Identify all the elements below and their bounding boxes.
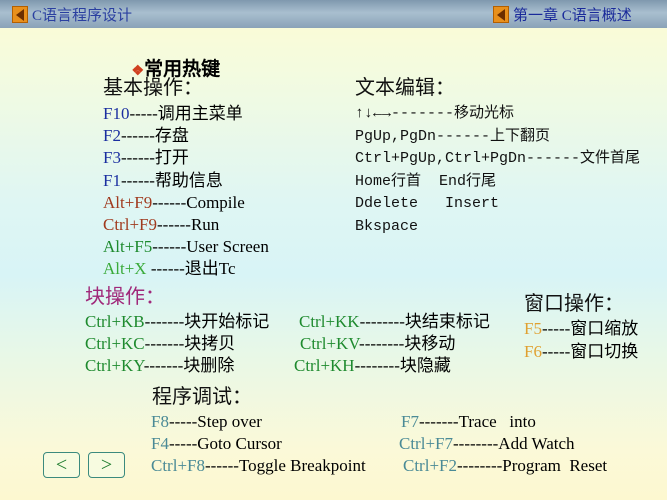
debug-hotkey-line: F8-----Step over [151,412,262,432]
debug-hotkey-line: F4-----Goto Cursor [151,434,282,454]
hotkey-description: -------Trace into [418,412,536,431]
hotkey: Ctrl+KK [299,312,360,331]
edit-hotkey-line: Bkspace [355,217,418,237]
debug-heading: 程序调试： [152,386,252,408]
hotkey-description: -----窗口缩放 [541,319,639,338]
hotkey: ↑↓←→ [355,105,392,122]
edit-heading: 文本编辑： [355,77,455,99]
hotkey: Alt+X [103,259,147,279]
debug-hotkey-line: F7-------Trace into [401,412,536,432]
hotkey: Home行首 [355,172,422,190]
hotkey-description: ------文件首尾 [526,150,641,167]
block-hotkey-line: Ctrl+KY-------块删除 [85,356,234,376]
hotkey-description: -------块删除 [143,356,235,375]
edit-hotkey-line: PgUp,PgDn------上下翻页 [355,127,550,147]
basic-hotkey-line: Alt+F9------Compile [103,193,245,213]
hotkey: F6 [524,342,542,361]
block-hotkey-line: Ctrl+KB-------块开始标记 [85,312,269,332]
window-ops-heading: 窗口操作： [524,293,624,315]
hotkey-description: -------块开始标记 [144,312,270,331]
block-hotkey-line: Ctrl+KK--------块结束标记 [299,312,490,332]
course-title: C语言程序设计 [32,8,133,24]
window-hotkey-line: F5-----窗口缩放 [524,319,638,339]
hotkey: F10 [103,104,130,123]
hotkey: Ctrl+KC [85,334,145,353]
hotkey-description: --------块移动 [359,334,456,353]
hotkey: Ctrl+KH [294,356,355,375]
basic-hotkey-line: F1------帮助信息 [103,171,223,191]
course-title-link[interactable]: C语言程序设计 [12,4,132,25]
prev-button[interactable]: < [43,452,80,478]
hotkey-description: --------块结束标记 [359,312,490,331]
hotkey: Ctrl+KB [85,312,145,331]
hotkey-description: ------Compile [152,192,245,212]
hotkey: F3 [103,148,121,168]
edit-hotkey-line: Ctrl+PgUp,Ctrl+PgDn------文件首尾 [355,149,640,169]
hotkey-description: ------Toggle Breakpoint [205,456,366,475]
window-hotkey-line: F6-----窗口切换 [524,342,638,362]
hotkey: PgUp,PgDn [355,127,437,145]
hotkey: Ctrl+PgUp,Ctrl+PgDn [355,150,527,167]
next-button[interactable]: > [88,452,125,478]
block-hotkey-line: Ctrl+KH--------块隐藏 [294,356,451,376]
basic-hotkey-line: F2------存盘 [103,126,189,146]
hotkey-description: End行尾 [421,172,497,190]
basic-hotkey-line: Alt+X ------退出Tc [103,259,236,279]
chapter-title: 第一章 C语言概述 [513,8,632,24]
hotkey: Ddelete [355,195,419,212]
hotkey-description: ------退出Tc [146,259,236,279]
debug-hotkey-line: Ctrl+F2--------Program Reset [403,456,607,476]
hotkey-description: ------帮助信息 [120,170,223,190]
basic-hotkey-line: F10-----调用主菜单 [103,104,243,124]
hotkey-description: -------移动光标 [391,105,515,122]
hotkey: Ctrl+F2 [403,456,457,475]
hotkey-description: Insert [418,195,500,212]
debug-hotkey-line: Ctrl+F8------Toggle Breakpoint [151,456,366,476]
hotkey-description: ------Run [157,215,220,234]
back-arrow-icon [493,6,509,23]
hotkey-description: ------打开 [120,148,189,168]
block-hotkey-line: Ctrl+KV--------块移动 [300,334,455,354]
hotkey: Ctrl+F9 [103,215,157,234]
hotkey: F5 [524,319,542,338]
hotkey-description: ------上下翻页 [436,127,551,145]
basic-ops-heading: 基本操作： [103,77,203,99]
chapter-title-link[interactable]: 第一章 C语言概述 [493,4,632,25]
hotkey: Alt+F9 [103,192,153,212]
edit-hotkey-line: Ddelete Insert [355,194,499,214]
edit-hotkey-line: ↑↓←→-------移动光标 [355,104,514,124]
hotkey-description: -----调用主菜单 [129,104,243,123]
basic-hotkey-line: Ctrl+F9------Run [103,215,219,235]
edit-hotkey-line: Home行首 End行尾 [355,172,496,192]
hotkey-description: -----Goto Cursor [168,434,282,453]
block-hotkey-line: Ctrl+KC-------块拷贝 [85,334,235,354]
back-arrow-icon [12,6,28,23]
hotkey-description: --------Program Reset [457,456,608,475]
top-bar: C语言程序设计 第一章 C语言概述 [0,0,667,28]
hotkey: Ctrl+KV [300,334,360,353]
block-ops-heading: 块操作： [85,286,165,308]
hotkey-description: --------Add Watch [453,434,575,453]
hotkey-description: -----Step over [168,412,262,431]
hotkey-description: -------块拷贝 [144,334,236,353]
hotkey: F1 [103,170,121,190]
basic-hotkey-line: Alt+F5------User Screen [103,237,269,257]
hotkey: F4 [151,434,169,453]
hotkey: Alt+F5 [103,237,153,257]
hotkey-description: -----窗口切换 [541,342,639,361]
hotkey: Ctrl+KY [85,356,144,375]
hotkey-description: --------块隐藏 [354,356,451,375]
page-title: ❖常用热键 [122,40,221,82]
hotkey-description: ------存盘 [120,126,189,146]
basic-hotkey-line: F3------打开 [103,148,189,168]
debug-hotkey-line: Ctrl+F7--------Add Watch [399,434,575,454]
hotkey: F2 [103,126,121,146]
hotkey: Bkspace [355,217,419,235]
hotkey: Ctrl+F7 [399,434,453,453]
hotkey-description: ------User Screen [152,237,269,257]
hotkey: F7 [401,412,419,431]
hotkey: F8 [151,412,169,431]
hotkey: Ctrl+F8 [151,456,205,475]
